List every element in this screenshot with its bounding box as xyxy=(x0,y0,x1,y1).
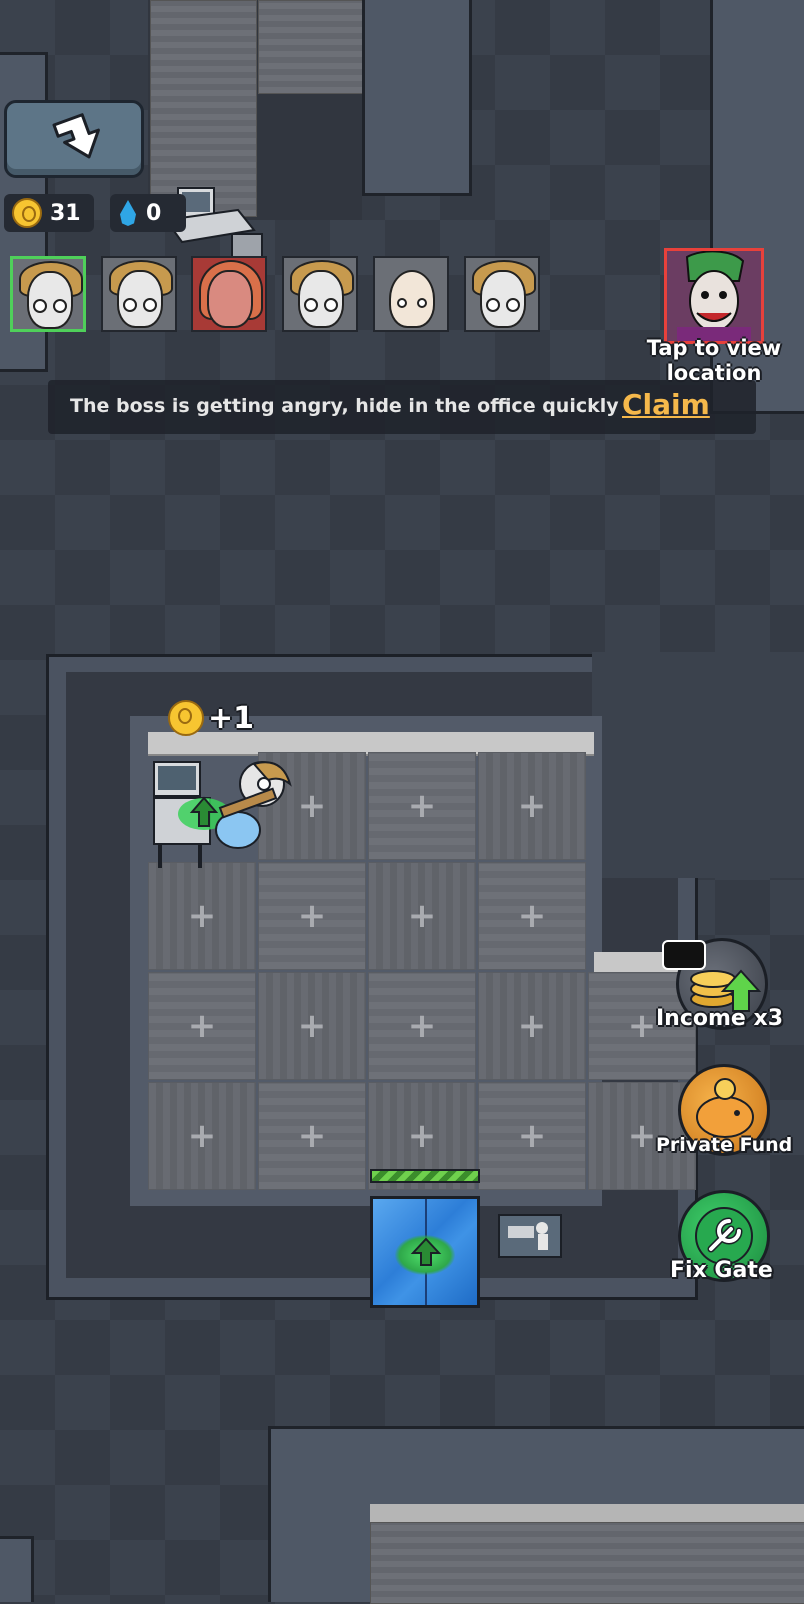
coin-icon xyxy=(168,700,204,736)
video-ad-icon xyxy=(662,940,706,970)
face xyxy=(27,271,73,329)
notice-text: The boss is getting angry, hide in the o… xyxy=(70,395,619,417)
office-floor-tile[interactable]: + xyxy=(368,862,476,970)
lower-room-shelf xyxy=(370,1504,804,1522)
upgrade-arrow-icon[interactable] xyxy=(409,1235,443,1269)
coin-counter: 31 xyxy=(4,194,94,232)
water-count: 0 xyxy=(146,200,162,226)
office-floor-tile[interactable]: + xyxy=(368,972,476,1080)
office-notch-wall xyxy=(592,652,804,878)
eye xyxy=(486,298,500,312)
office-floor-tile[interactable]: + xyxy=(148,1082,256,1190)
income-boost-label: Income x3 xyxy=(656,1006,784,1031)
office-floor-tile[interactable]: + xyxy=(478,862,586,970)
character-avatar-1[interactable] xyxy=(10,256,86,332)
fix-gate-label: Fix Gate xyxy=(670,1258,773,1283)
office-gate[interactable] xyxy=(370,1196,480,1308)
boss-locator-button[interactable] xyxy=(664,248,764,344)
water-counter: 0 xyxy=(110,194,186,232)
lower-room-carpet xyxy=(370,1522,804,1604)
office-floor-tile[interactable]: + xyxy=(258,862,366,970)
office-floor-tile[interactable]: + xyxy=(148,972,256,1080)
worker-at-desk-icon xyxy=(153,761,292,868)
gate-health-bar xyxy=(370,1169,480,1183)
water-drop-icon xyxy=(120,200,136,226)
eye xyxy=(304,298,318,312)
eye xyxy=(33,299,47,313)
face xyxy=(117,270,163,328)
corridor-wall xyxy=(362,0,472,196)
boss-portrait-icon xyxy=(677,251,751,341)
corridor-carpet xyxy=(258,0,364,94)
security-desk-icon xyxy=(498,1214,562,1258)
office-floor-tile[interactable]: + xyxy=(258,972,366,1080)
notice-banner: The boss is getting angry, hide in the o… xyxy=(48,380,756,434)
character-avatar-2[interactable] xyxy=(101,256,177,332)
character-avatar-5[interactable] xyxy=(373,256,449,332)
coin-count: 31 xyxy=(50,200,81,226)
character-avatar-4[interactable] xyxy=(282,256,358,332)
eye xyxy=(143,298,157,312)
face xyxy=(298,270,344,328)
claim-link[interactable]: Claim xyxy=(622,388,710,421)
office-floor-tile[interactable]: + xyxy=(148,862,256,970)
office-floor-tile[interactable]: + xyxy=(368,752,476,860)
eye xyxy=(324,298,338,312)
office-floor-tile[interactable]: + xyxy=(478,1082,586,1190)
face xyxy=(207,270,253,328)
eye xyxy=(506,298,520,312)
income-popup: +1 xyxy=(168,700,254,736)
swap-view-button[interactable] xyxy=(4,100,144,178)
eye xyxy=(123,298,137,312)
office-floor-tile[interactable]: + xyxy=(258,1082,366,1190)
eye xyxy=(417,298,427,308)
face xyxy=(389,270,435,328)
boss-location-label[interactable]: Tap to view location xyxy=(632,336,796,386)
office-floor-tile[interactable]: + xyxy=(478,752,586,860)
income-popup-text: +1 xyxy=(208,700,255,736)
face xyxy=(480,270,526,328)
private-fund-label: Private Fund xyxy=(656,1134,793,1156)
corridor-wall xyxy=(0,1536,34,1602)
coin-icon xyxy=(12,198,42,228)
eye xyxy=(397,298,407,308)
worker-desk[interactable] xyxy=(150,758,310,874)
character-avatar-6[interactable] xyxy=(464,256,540,332)
swap-arrow-icon xyxy=(52,113,100,159)
eye xyxy=(53,299,67,313)
office-floor-tile[interactable]: + xyxy=(478,972,586,1080)
character-avatar-3[interactable] xyxy=(191,256,267,332)
